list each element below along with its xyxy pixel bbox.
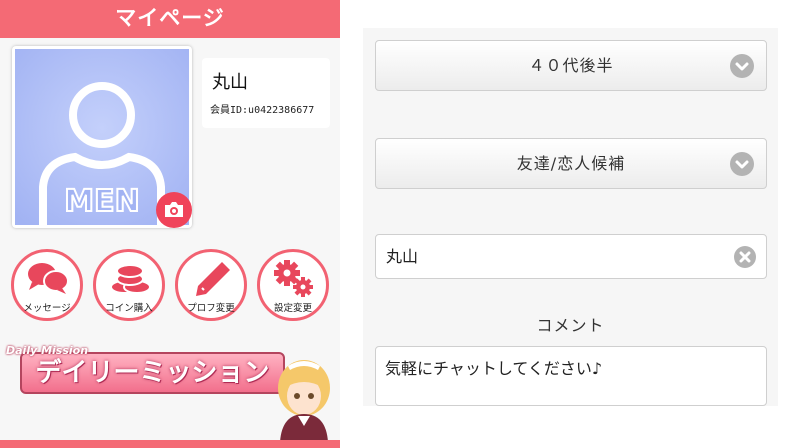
menu-label: 設定変更: [273, 303, 312, 314]
message-button[interactable]: メッセージ: [11, 249, 83, 321]
purpose-select[interactable]: 友達/恋人候補: [375, 138, 767, 189]
daily-mission-caption: Daily Mission: [6, 344, 89, 357]
chevron-down-icon: [730, 54, 754, 78]
profile-edit-form: ４０代後半 友達/恋人候補 丸山 コメント 気軽にチャットしてください♪: [363, 28, 778, 406]
mypage-panel: マイページ MEN 丸山 会員ID:u0422386677 メッセージ コイン購…: [0, 0, 340, 448]
page-title: マイページ: [0, 0, 340, 38]
pencil-icon: [196, 262, 230, 296]
edit-profile-button[interactable]: プロフ変更: [175, 249, 247, 321]
camera-icon: [165, 202, 183, 217]
footer-bar: [0, 440, 340, 448]
profile-info: 丸山 会員ID:u0422386677: [202, 58, 330, 128]
purpose-select-value: 友達/恋人候補: [516, 154, 626, 173]
comment-textarea-value: 気軽にチャットしてください♪: [385, 359, 603, 378]
name-input-value: 丸山: [386, 247, 419, 266]
camera-button[interactable]: [156, 192, 192, 228]
member-id: 会員ID:u0422386677: [210, 105, 315, 116]
comment-label: コメント: [536, 316, 605, 335]
clear-icon[interactable]: [734, 246, 756, 268]
message-icon: [28, 263, 69, 294]
menu-label: プロフ変更: [187, 303, 235, 314]
daily-mission-title: デイリーミッション: [35, 358, 270, 388]
chevron-down-icon: [730, 152, 754, 176]
buy-coins-button[interactable]: コイン購入: [93, 249, 165, 321]
avatar-text: MEN: [64, 184, 139, 219]
menu-label: メッセージ: [23, 303, 71, 314]
user-name: 丸山: [212, 72, 248, 93]
mascot-character: [278, 360, 330, 442]
name-input[interactable]: 丸山: [375, 234, 767, 279]
age-select[interactable]: ４０代後半: [375, 40, 767, 91]
settings-button[interactable]: 設定変更: [257, 249, 329, 321]
menu-label: コイン購入: [105, 303, 153, 314]
age-select-value: ４０代後半: [528, 56, 614, 75]
gear-icon: [274, 260, 313, 297]
comment-textarea[interactable]: 気軽にチャットしてください♪: [375, 346, 767, 406]
coin-icon: [110, 264, 151, 294]
